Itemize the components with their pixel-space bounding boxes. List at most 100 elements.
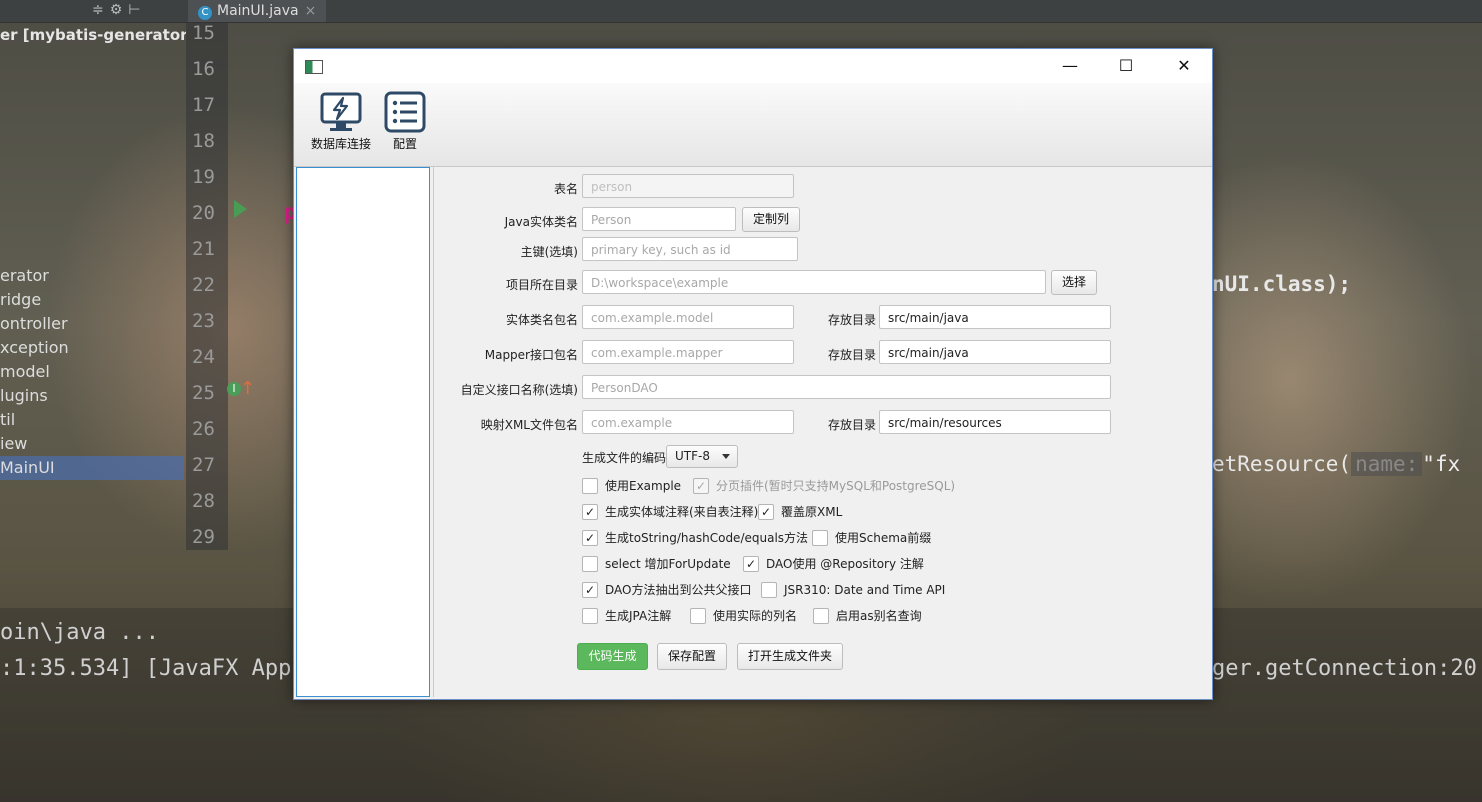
line-number: 21: [192, 238, 215, 260]
mapper-dir-label: 存放目录: [827, 348, 876, 362]
encoding-label: 生成文件的编码: [582, 451, 667, 465]
option-label: DAO使用 @Repository 注解: [766, 557, 924, 571]
option-overwrite-xml[interactable]: ✓ 覆盖原XML: [758, 503, 843, 521]
tree-item[interactable]: lugins: [0, 384, 184, 408]
chevron-down-icon: [722, 454, 730, 459]
option-label: 生成toString/hashCode/equals方法: [605, 531, 809, 545]
option-entity-comment[interactable]: ✓ 生成实体域注释(来自表注释): [582, 503, 758, 521]
run-icon[interactable]: [234, 200, 247, 218]
option-label: 覆盖原XML: [781, 505, 843, 519]
db-connect-label: 数据库连接: [310, 137, 371, 151]
checkbox[interactable]: [813, 607, 829, 624]
checkbox[interactable]: [761, 581, 777, 598]
tree-item[interactable]: erator: [0, 264, 184, 288]
db-connect-button[interactable]: 数据库连接: [308, 91, 374, 152]
model-dir-label: 存放目录: [827, 313, 876, 327]
custom-interface-label: 自定义接口名称(选填): [460, 383, 578, 397]
line-number: 16: [192, 58, 215, 80]
tree-item[interactable]: xception: [0, 336, 184, 360]
checkbox[interactable]: [582, 477, 598, 494]
project-dir-label: 项目所在目录: [505, 278, 578, 292]
tree-item[interactable]: ridge: [0, 288, 184, 312]
option-jsr310[interactable]: JSR310: Date and Time API: [761, 581, 946, 599]
tree-item[interactable]: iew: [0, 432, 184, 456]
option-label: JSR310: Date and Time API: [784, 583, 946, 597]
checkbox-checked: ✓: [693, 477, 709, 494]
generator-window: — ☐ ✕ 数据库连接 配置 表名 person Java实体类名 Person…: [293, 48, 1213, 700]
open-output-folder-button[interactable]: 打开生成文件夹: [737, 643, 843, 670]
database-tree-pane[interactable]: [296, 167, 430, 697]
generate-code-button[interactable]: 代码生成: [577, 643, 648, 670]
save-config-button[interactable]: 保存配置: [657, 643, 727, 670]
primary-key-label: 主键(选填): [520, 245, 578, 259]
option-repository-annotation[interactable]: ✓ DAO使用 @Repository 注解: [743, 555, 924, 573]
option-label: 使用Example: [605, 479, 682, 493]
checkbox[interactable]: [812, 529, 828, 546]
line-number: 25: [192, 382, 215, 404]
line-number: 22: [192, 274, 215, 296]
config-button[interactable]: 配置: [382, 91, 428, 152]
checkbox-checked[interactable]: ✓: [582, 503, 598, 520]
monitor-icon: [320, 92, 362, 131]
close-button[interactable]: ✕: [1156, 49, 1212, 83]
xml-package-input[interactable]: com.example: [582, 410, 794, 434]
ide-editor-tab[interactable]: C MainUI.java ×: [188, 0, 327, 22]
encoding-select[interactable]: UTF-8: [666, 445, 738, 468]
console-line: oin\java ...: [0, 620, 159, 645]
option-label: 使用Schema前缀: [835, 531, 932, 545]
param-hint: name:: [1351, 452, 1423, 476]
checkbox[interactable]: [582, 555, 598, 572]
model-dir-input[interactable]: src/main/java: [879, 305, 1111, 329]
override-arrow-icon[interactable]: ↑: [240, 378, 255, 399]
code-fragment: etResource(: [1212, 452, 1352, 476]
project-dir-input[interactable]: D:\workspace\example: [582, 270, 1046, 294]
close-icon[interactable]: ×: [305, 3, 317, 19]
minimize-button[interactable]: —: [1042, 49, 1098, 83]
checkbox-checked[interactable]: ✓: [758, 503, 774, 520]
line-number: 20: [192, 202, 215, 224]
option-as-alias[interactable]: 启用as别名查询: [813, 607, 922, 625]
tree-item-selected[interactable]: MainUI: [0, 456, 184, 480]
model-package-input[interactable]: com.example.model: [582, 305, 794, 329]
option-use-example[interactable]: 使用Example: [582, 477, 682, 495]
checkbox[interactable]: [582, 607, 598, 624]
checkbox-checked[interactable]: ✓: [582, 581, 598, 598]
checkbox-checked[interactable]: ✓: [743, 555, 759, 572]
ide-toolbar-icons[interactable]: ≑⚙⊢: [92, 2, 146, 18]
option-schema-prefix[interactable]: 使用Schema前缀: [812, 529, 932, 547]
option-jpa-annotation[interactable]: 生成JPA注解: [582, 607, 672, 625]
xml-dir-input[interactable]: src/main/resources: [879, 410, 1111, 434]
code-fragment: nUI.class);: [1212, 272, 1352, 296]
table-name-input[interactable]: person: [582, 174, 794, 198]
window-titlebar[interactable]: — ☐ ✕: [294, 49, 1212, 83]
console-line: :1:35.534] [JavaFX App: [0, 656, 292, 681]
checkbox-checked[interactable]: ✓: [582, 529, 598, 546]
encoding-value: UTF-8: [675, 449, 710, 463]
primary-key-input[interactable]: primary key, such as id: [582, 237, 798, 261]
xml-package-label: 映射XML文件包名: [480, 418, 578, 432]
tree-item[interactable]: model: [0, 360, 184, 384]
project-tree: erator ridge ontroller xception model lu…: [0, 264, 184, 480]
option-label: 使用实际的列名: [713, 609, 798, 623]
choose-dir-button[interactable]: 选择: [1051, 270, 1097, 295]
option-dao-parent-interface[interactable]: ✓ DAO方法抽出到公共父接口: [582, 581, 751, 599]
checkbox[interactable]: [690, 607, 706, 624]
option-label: 分页插件(暂时只支持MySQL和PostgreSQL): [716, 479, 956, 493]
mapper-dir-input[interactable]: src/main/java: [879, 340, 1111, 364]
entity-name-input[interactable]: Person: [582, 207, 736, 231]
tree-item[interactable]: ontroller: [0, 312, 184, 336]
implements-icon[interactable]: I: [227, 382, 241, 396]
config-label: 配置: [392, 137, 417, 151]
mapper-package-label: Mapper接口包名: [484, 348, 578, 362]
option-for-update[interactable]: select 增加ForUpdate: [582, 555, 731, 573]
customize-columns-button[interactable]: 定制列: [742, 207, 800, 232]
line-number: 29: [192, 526, 215, 548]
option-label: 生成JPA注解: [605, 609, 672, 623]
tree-item[interactable]: til: [0, 408, 184, 432]
custom-interface-input[interactable]: PersonDAO: [582, 375, 1111, 399]
maximize-button[interactable]: ☐: [1098, 49, 1154, 83]
option-tostring-hashcode[interactable]: ✓ 生成toString/hashCode/equals方法: [582, 529, 809, 547]
option-actual-column-names[interactable]: 使用实际的列名: [690, 607, 798, 625]
ide-tab-bar: ≑⚙⊢ C MainUI.java ×: [0, 0, 1482, 23]
mapper-package-input[interactable]: com.example.mapper: [582, 340, 794, 364]
